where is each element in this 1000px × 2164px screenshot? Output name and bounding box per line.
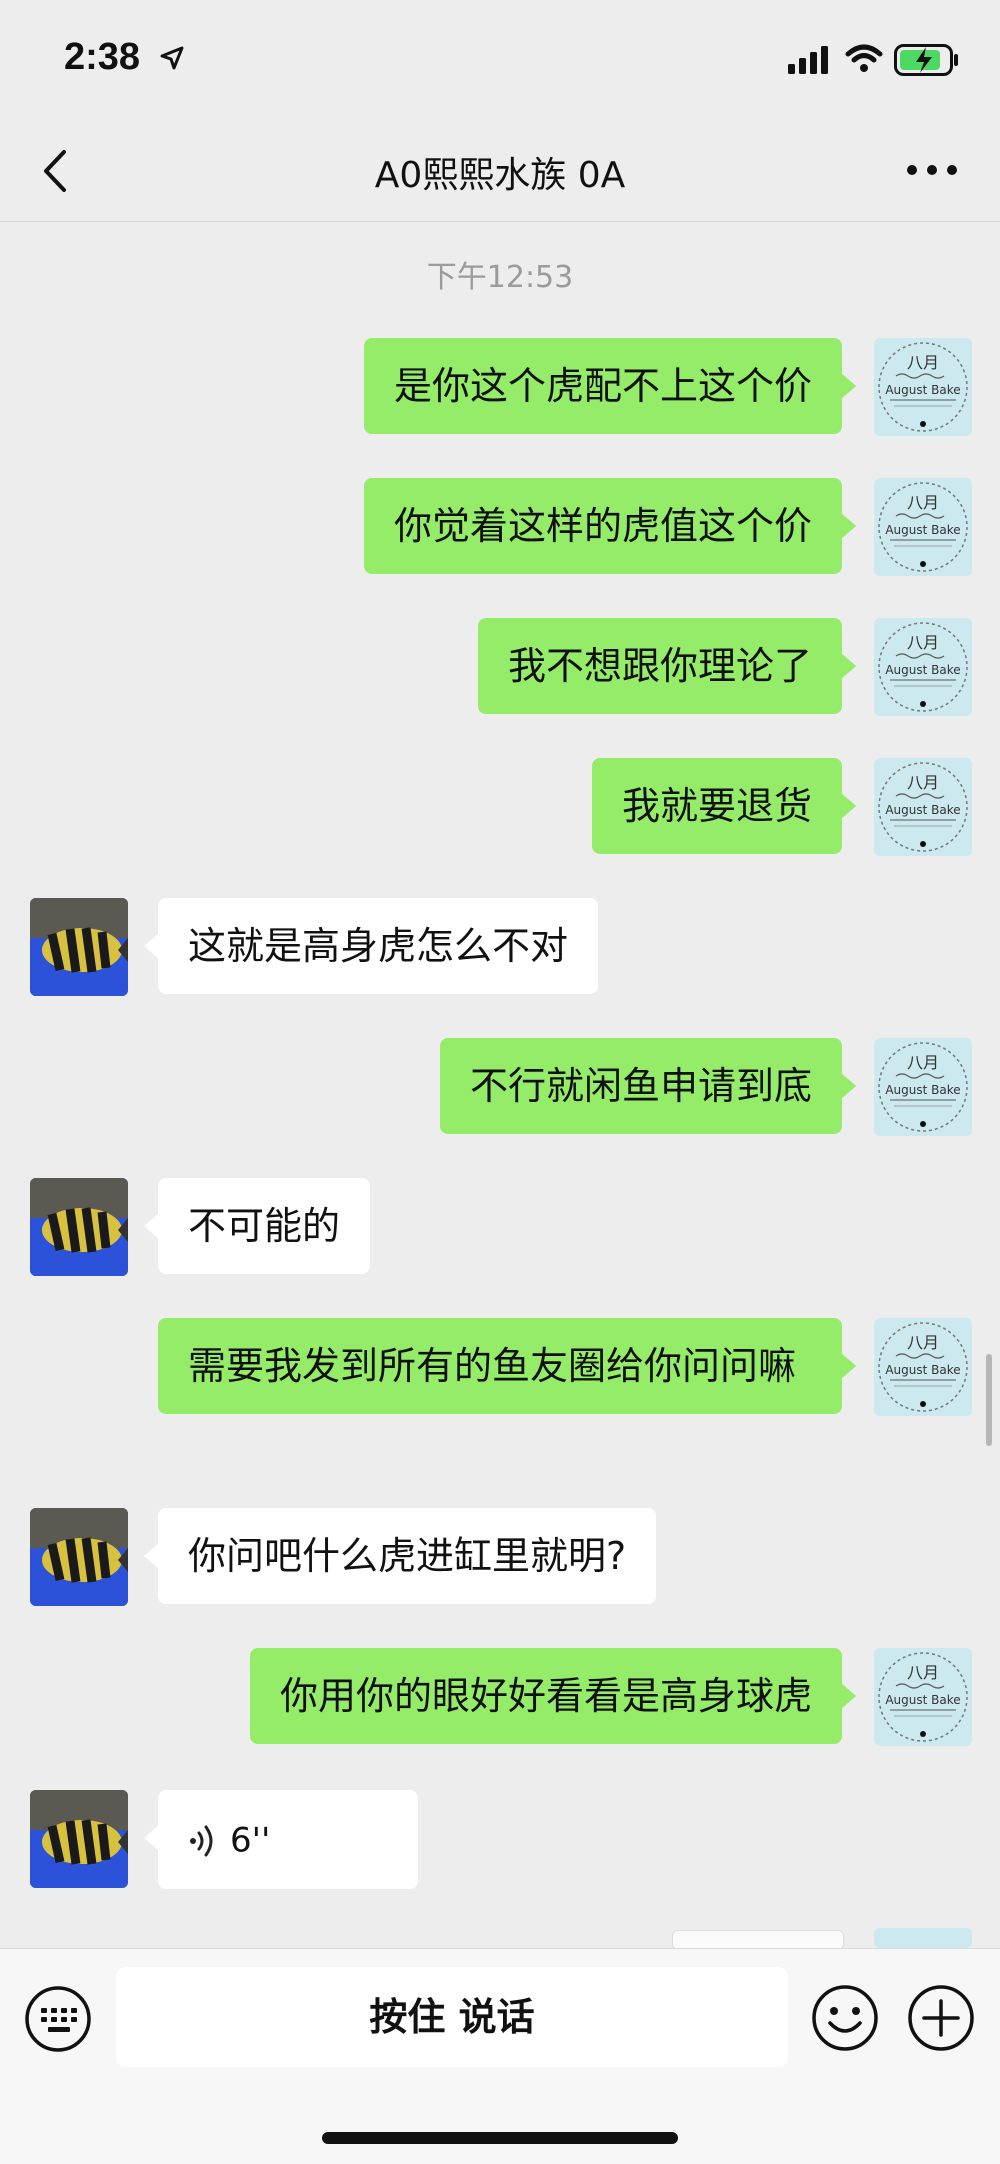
svg-text:August Bake: August Bake: [885, 523, 960, 537]
bakery-logo-icon: 八月 August Bake: [878, 762, 968, 852]
svg-text:August Bake: August Bake: [885, 803, 960, 817]
message-bubble-received[interactable]: 不可能的: [143, 1178, 371, 1274]
self-avatar[interactable]: 八月 August Bake: [874, 758, 972, 856]
image-message-thumbnail[interactable]: [672, 1930, 844, 1950]
self-avatar[interactable]: [874, 1928, 972, 1948]
self-avatar[interactable]: 八月 August Bake: [874, 478, 972, 576]
bakery-logo-icon: 八月 August Bake: [878, 482, 968, 572]
bakery-logo-icon: 八月 August Bake: [878, 1042, 968, 1132]
battery-charging-icon: [894, 44, 958, 76]
status-time: 2:38: [64, 36, 141, 78]
contact-avatar[interactable]: [30, 898, 128, 996]
bakery-logo-icon: 八月 August Bake: [878, 1322, 968, 1412]
keyboard-icon[interactable]: [24, 1985, 92, 2053]
svg-text:August Bake: August Bake: [885, 1363, 960, 1377]
svg-text:八月: 八月: [907, 353, 939, 372]
contact-avatar[interactable]: [30, 1508, 128, 1606]
message-bubble-sent[interactable]: 我不想跟你理论了: [477, 618, 857, 714]
status-bar: 2:38: [0, 0, 1000, 120]
svg-text:August Bake: August Bake: [885, 383, 960, 397]
svg-text:八月: 八月: [907, 633, 939, 652]
message-bubble-sent[interactable]: 需要我发到所有的鱼友圈给你问问嘛: [158, 1318, 856, 1414]
plus-icon[interactable]: [906, 1983, 976, 2053]
tiger-fish-avatar-icon: [30, 1790, 128, 1888]
message-bubble-sent[interactable]: 你用你的眼好好看看是高身球虎: [249, 1648, 857, 1744]
bakery-logo-icon: 八月 August Bake: [878, 342, 968, 432]
message-bubble-sent[interactable]: 是你这个虎配不上这个价: [363, 338, 857, 434]
scrollbar-thumb[interactable]: [986, 1354, 992, 1446]
svg-text:八月: 八月: [907, 773, 939, 792]
svg-text:八月: 八月: [907, 1053, 939, 1072]
svg-text:八月: 八月: [907, 1333, 939, 1352]
tiger-fish-avatar-icon: [30, 1178, 128, 1276]
tiger-fish-avatar-icon: [30, 898, 128, 996]
hold-to-talk-button[interactable]: 按住 说话: [116, 1967, 788, 2067]
bakery-logo-icon: 八月 August Bake: [878, 622, 968, 712]
self-avatar[interactable]: 八月 August Bake: [874, 1318, 972, 1416]
chat-nav-bar: A0熙熙水族 0A: [0, 120, 1000, 222]
emoji-icon[interactable]: [810, 1983, 880, 2053]
message-bubble-sent[interactable]: 不行就闲鱼申请到底: [439, 1038, 857, 1134]
location-arrow-icon: [160, 46, 184, 70]
self-avatar[interactable]: 八月 August Bake: [874, 618, 972, 716]
wifi-icon: [845, 44, 883, 72]
contact-avatar[interactable]: [30, 1790, 128, 1888]
svg-text:August Bake: August Bake: [885, 1693, 960, 1707]
tiger-fish-avatar-icon: [30, 1508, 128, 1606]
voice-wave-icon: [190, 1825, 213, 1856]
voice-duration: 6'': [230, 1820, 271, 1861]
svg-text:八月: 八月: [907, 493, 939, 512]
chat-title: A0熙熙水族 0A: [374, 155, 626, 196]
contact-avatar[interactable]: [30, 1178, 128, 1276]
self-avatar[interactable]: 八月 August Bake: [874, 338, 972, 436]
message-bubble-sent[interactable]: 你觉着这样的虎值这个价: [363, 478, 857, 574]
message-timestamp: 下午12:53: [426, 260, 574, 295]
message-bubble-received[interactable]: 你问吧什么虎进缸里就明?: [143, 1508, 657, 1604]
bakery-logo-icon: 八月 August Bake: [878, 1652, 968, 1742]
self-avatar[interactable]: 八月 August Bake: [874, 1648, 972, 1746]
cellular-signal-icon: [788, 46, 828, 74]
svg-text:八月: 八月: [907, 1663, 939, 1682]
home-indicator[interactable]: [322, 2132, 678, 2144]
svg-text:August Bake: August Bake: [885, 1083, 960, 1097]
self-avatar[interactable]: 八月 August Bake: [874, 1038, 972, 1136]
more-icon[interactable]: [904, 160, 960, 180]
message-bubble-sent[interactable]: 我就要退货: [591, 758, 857, 854]
svg-text:August Bake: August Bake: [885, 663, 960, 677]
voice-message-bubble[interactable]: 6'': [144, 1790, 418, 1889]
message-bubble-received[interactable]: 这就是高身虎怎么不对: [143, 898, 599, 994]
